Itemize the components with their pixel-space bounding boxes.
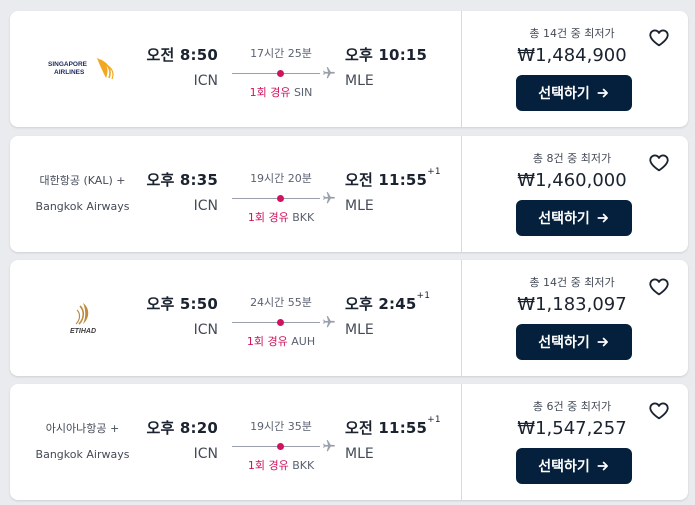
departure-time: 오후 8:35 xyxy=(146,171,218,189)
departure-airport: ICN xyxy=(193,446,218,462)
svg-text:AIRLINES: AIRLINES xyxy=(54,69,85,76)
arrow-right-icon xyxy=(597,213,608,223)
departure-airport: ICN xyxy=(193,322,218,338)
airline-name-line2: Bangkok Airways xyxy=(35,448,130,461)
stop-dot xyxy=(277,70,284,77)
airplane-icon xyxy=(323,67,335,79)
select-button[interactable]: 선택하기 xyxy=(516,324,632,360)
departure: 오후 8:20 ICN xyxy=(142,417,218,462)
route-line xyxy=(232,66,342,82)
departure-airport: ICN xyxy=(193,198,218,214)
svg-text:ETIHAD: ETIHAD xyxy=(69,328,95,335)
price-section: 총 14건 중 최저가 ₩1,183,097 선택하기 xyxy=(462,260,688,376)
stops-info: 1회 경유 BKK xyxy=(247,459,315,472)
heart-outline-icon[interactable] xyxy=(648,400,670,422)
departure: 오전 8:50 ICN xyxy=(142,44,218,89)
airplane-icon xyxy=(323,316,335,328)
arrival-airport: MLE xyxy=(345,73,374,89)
departure: 오후 5:50 ICN xyxy=(142,293,218,338)
flight-duration: 24시간 55분 xyxy=(250,296,312,309)
flight-duration: 19시간 20분 xyxy=(250,172,312,185)
airline-logo: SINGAPORE AIRLINES xyxy=(20,11,145,127)
airplane-icon xyxy=(323,440,335,452)
flight-duration: 19시간 35분 xyxy=(250,420,312,433)
arrow-right-icon xyxy=(597,337,608,347)
heart-outline-icon[interactable] xyxy=(648,152,670,174)
flight-route: 19시간 35분 1회 경유 BKK xyxy=(232,418,342,473)
stops-info: 1회 경유 SIN xyxy=(249,86,313,99)
arrival-airport: MLE xyxy=(345,198,374,214)
airline-name-line1: 대한항공 (KAL) + xyxy=(39,174,126,187)
airline-names: 아시아나항공 + Bangkok Airways xyxy=(20,384,145,500)
flight-card[interactable]: SINGAPORE AIRLINES 오전 8:50 ICN 17시간 25분 … xyxy=(10,11,688,127)
arrival-time: 오전 11:55+1 xyxy=(345,415,441,437)
flight-card[interactable]: 대한항공 (KAL) + Bangkok Airways 오후 8:35 ICN … xyxy=(10,136,688,252)
price-section: 총 8건 중 최저가 ₩1,460,000 선택하기 xyxy=(462,136,688,252)
flight-route: 17시간 25분 1회 경유 SIN xyxy=(232,45,342,100)
stops-info: 1회 경유 AUH xyxy=(246,335,316,348)
airline-logo: ETIHAD xyxy=(20,260,145,376)
departure-airport: ICN xyxy=(193,73,218,89)
arrival-airport: MLE xyxy=(345,322,374,338)
stops-info: 1회 경유 BKK xyxy=(247,211,315,224)
airline-name-line2: Bangkok Airways xyxy=(35,200,130,213)
arrival-airport: MLE xyxy=(345,446,374,462)
airplane-icon xyxy=(323,192,335,204)
svg-text:SINGAPORE: SINGAPORE xyxy=(48,61,88,68)
arrow-right-icon xyxy=(597,461,608,471)
price-section: 총 14건 중 최저가 ₩1,484,900 선택하기 xyxy=(462,11,688,127)
select-button[interactable]: 선택하기 xyxy=(516,448,632,484)
arrival: 오후 2:45+1 MLE xyxy=(345,291,455,338)
price-section: 총 6건 중 최저가 ₩1,547,257 선택하기 xyxy=(462,384,688,500)
flight-card[interactable]: ETIHAD 오후 5:50 ICN 24시간 55분 1회 경유 AUH 오후… xyxy=(10,260,688,376)
route-line xyxy=(232,315,342,331)
arrival-time: 오후 10:15 xyxy=(345,46,428,64)
flight-route: 24시간 55분 1회 경유 AUH xyxy=(232,294,342,349)
flight-card[interactable]: 아시아나항공 + Bangkok Airways 오후 8:20 ICN 19시간… xyxy=(10,384,688,500)
airline-name-line1: 아시아나항공 + xyxy=(45,422,120,435)
etihad-logo: ETIHAD xyxy=(69,303,96,335)
heart-outline-icon[interactable] xyxy=(648,27,670,49)
airline-names: 대한항공 (KAL) + Bangkok Airways xyxy=(20,136,145,252)
stop-dot xyxy=(277,443,284,450)
departure-time: 오후 5:50 xyxy=(146,295,218,313)
route-line xyxy=(232,439,342,455)
departure-time: 오후 8:20 xyxy=(146,419,218,437)
departure: 오후 8:35 ICN xyxy=(142,169,218,214)
departure-time: 오전 8:50 xyxy=(146,46,218,64)
flight-duration: 17시간 25분 xyxy=(250,47,312,60)
stop-dot xyxy=(277,195,284,202)
route-line xyxy=(232,191,342,207)
arrival: 오후 10:15 MLE xyxy=(345,44,455,89)
heart-outline-icon[interactable] xyxy=(648,276,670,298)
arrival: 오전 11:55+1 MLE xyxy=(345,415,455,462)
arrival-time: 오전 11:55+1 xyxy=(345,167,441,189)
select-button[interactable]: 선택하기 xyxy=(516,200,632,236)
select-button[interactable]: 선택하기 xyxy=(516,75,632,111)
arrow-right-icon xyxy=(597,88,608,98)
arrival: 오전 11:55+1 MLE xyxy=(345,167,455,214)
flight-route: 19시간 20분 1회 경유 BKK xyxy=(232,170,342,225)
stop-dot xyxy=(277,319,284,326)
singapore-airlines-logo: SINGAPORE AIRLINES xyxy=(48,58,114,80)
arrival-time: 오후 2:45+1 xyxy=(345,291,431,313)
